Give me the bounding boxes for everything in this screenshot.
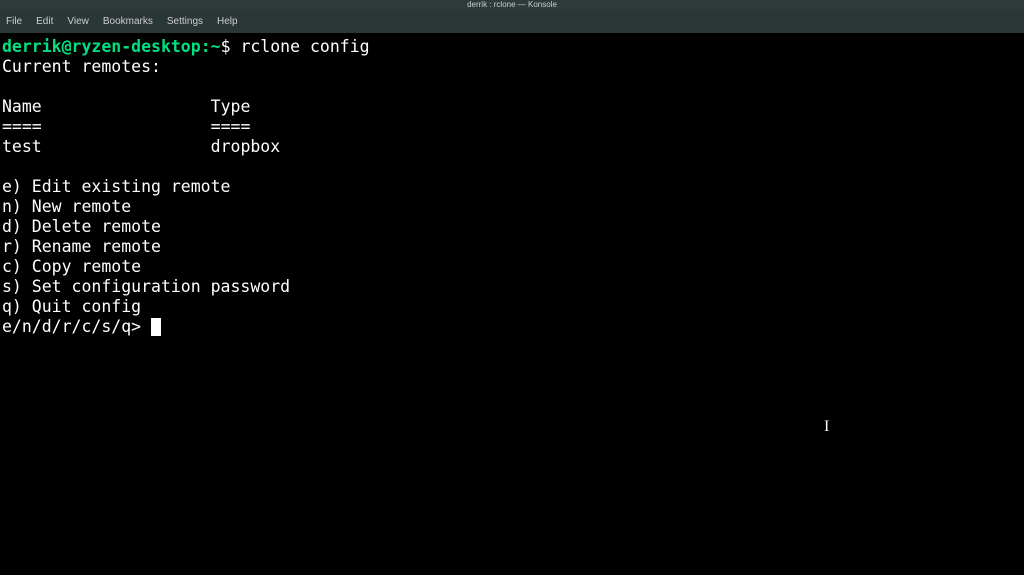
prompt-user-host: derrik@ryzen-desktop bbox=[2, 37, 201, 56]
output-option-e: e) Edit existing remote bbox=[2, 177, 230, 196]
prompt-path: ~ bbox=[211, 37, 221, 56]
window-titlebar: derrik : rclone — Konsole bbox=[0, 0, 1024, 10]
output-current-remotes: Current remotes: bbox=[2, 57, 161, 76]
output-type-underline: ==== bbox=[211, 117, 251, 136]
output-type-header: Type bbox=[211, 97, 251, 116]
terminal-cursor bbox=[151, 318, 161, 336]
output-option-r: r) Rename remote bbox=[2, 237, 161, 256]
menubar: File Edit View Bookmarks Settings Help bbox=[0, 10, 1024, 33]
output-option-q: q) Quit config bbox=[2, 297, 141, 316]
output-option-s: s) Set configuration password bbox=[2, 277, 290, 296]
prompt-colon: : bbox=[201, 37, 211, 56]
menu-view[interactable]: View bbox=[67, 16, 89, 27]
menu-file[interactable]: File bbox=[6, 16, 22, 27]
prompt-dollar: $ bbox=[221, 37, 231, 56]
command-text: rclone config bbox=[240, 37, 369, 56]
menu-edit[interactable]: Edit bbox=[36, 16, 53, 27]
i-beam-cursor-icon: I bbox=[824, 418, 829, 436]
menu-help[interactable]: Help bbox=[217, 16, 238, 27]
output-name-header: Name bbox=[2, 97, 42, 116]
output-option-n: n) New remote bbox=[2, 197, 131, 216]
output-option-d: d) Delete remote bbox=[2, 217, 161, 236]
terminal-area[interactable]: derrik@ryzen-desktop:~$ rclone config Cu… bbox=[0, 33, 1024, 341]
menu-bookmarks[interactable]: Bookmarks bbox=[103, 16, 153, 27]
input-prompt: e/n/d/r/c/s/q> bbox=[2, 317, 151, 336]
window-title: derrik : rclone — Konsole bbox=[467, 0, 557, 9]
output-name-underline: ==== bbox=[2, 117, 42, 136]
menu-settings[interactable]: Settings bbox=[167, 16, 203, 27]
output-remote-name: test bbox=[2, 137, 42, 156]
output-option-c: c) Copy remote bbox=[2, 257, 141, 276]
output-remote-type: dropbox bbox=[211, 137, 281, 156]
